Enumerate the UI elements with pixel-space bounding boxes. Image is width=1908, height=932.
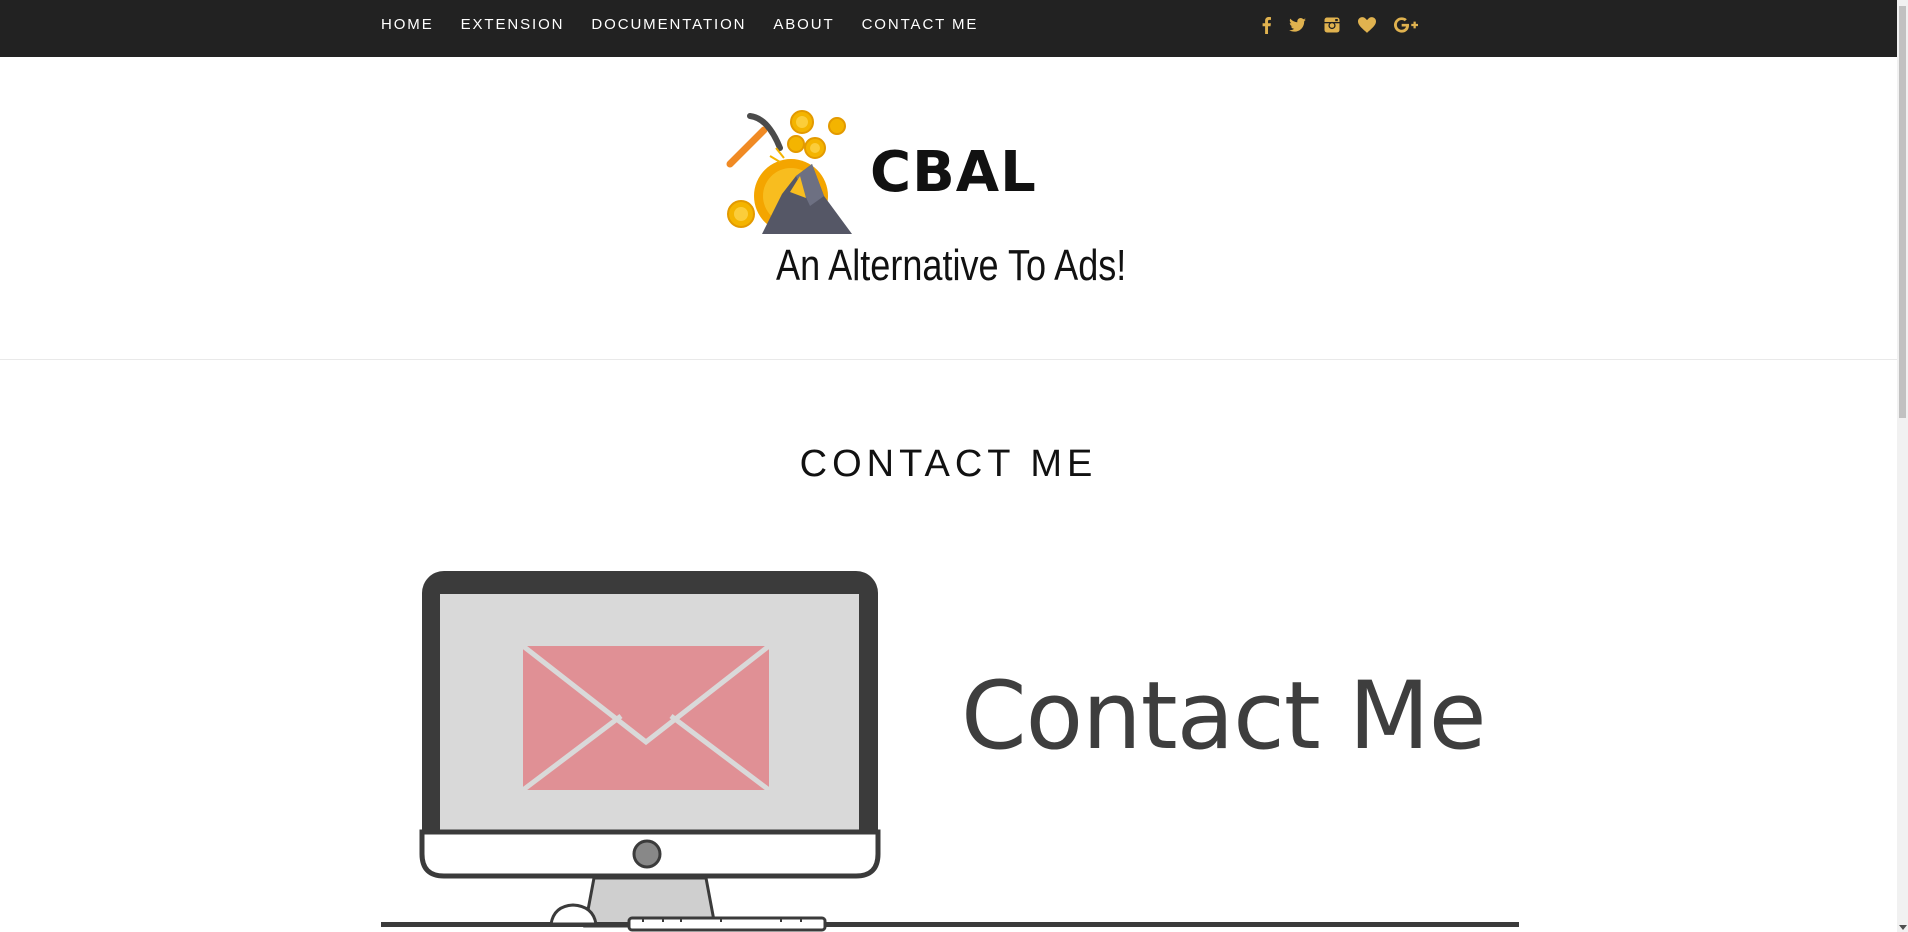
nav-home-link[interactable]: HOME: [381, 16, 434, 33]
nav-contact-link[interactable]: CONTACT ME: [862, 16, 979, 33]
nav-documentation-link[interactable]: DOCUMENTATION: [591, 16, 746, 33]
mining-logo-graphic: [724, 104, 859, 234]
brand-name: CBAL: [870, 140, 1037, 205]
page-title: CONTACT ME: [799, 443, 1098, 485]
google-plus-icon[interactable]: [1394, 17, 1418, 33]
scrollbar-thumb[interactable]: [1899, 6, 1906, 418]
site-header: CBAL An Alternative To Ads!: [0, 57, 1897, 360]
nav-extension-link[interactable]: EXTENSION: [461, 16, 565, 33]
scroll-down-arrow-icon[interactable]: [1899, 925, 1907, 930]
site-logo[interactable]: [724, 104, 859, 239]
top-navbar: HOME EXTENSION DOCUMENTATION ABOUT CONTA…: [0, 0, 1897, 57]
social-links: [1262, 12, 1436, 38]
main-nav: HOME EXTENSION DOCUMENTATION ABOUT CONTA…: [381, 0, 1005, 49]
envelope-icon: [521, 644, 771, 792]
contact-hero-image: Contact Me: [381, 566, 1519, 932]
site-tagline: An Alternative To Ads!: [776, 241, 1127, 290]
twitter-icon[interactable]: [1289, 18, 1306, 32]
page: HOME EXTENSION DOCUMENTATION ABOUT CONTA…: [0, 0, 1897, 932]
hero-heading: Contact Me: [961, 662, 1487, 771]
monitor-button-icon: [632, 839, 662, 869]
heart-icon[interactable]: [1358, 17, 1376, 33]
facebook-icon[interactable]: [1262, 16, 1271, 34]
vertical-scrollbar[interactable]: [1897, 0, 1908, 932]
keyboard-icon: [627, 916, 827, 932]
nav-about-link[interactable]: ABOUT: [773, 16, 834, 33]
instagram-icon[interactable]: [1324, 17, 1340, 33]
